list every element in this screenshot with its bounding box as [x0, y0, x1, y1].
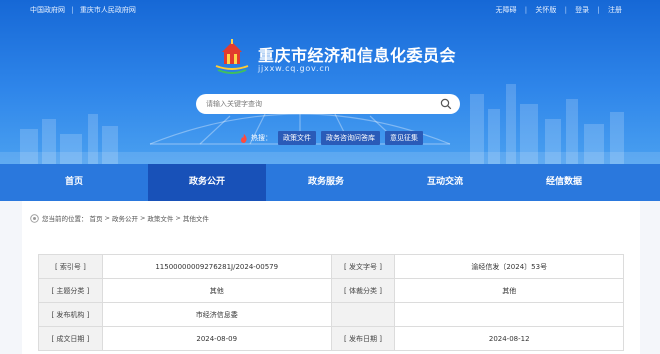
article-panel: 您当前的位置： 首页 > 政务公开 > 政策文件 > 其他文件 [ 索引号 ] … [22, 201, 640, 354]
nav-item-home[interactable]: 首页 [0, 164, 148, 201]
site-title: 重庆市经济和信息化委员会 [258, 46, 457, 65]
link-central-gov[interactable]: 中国政府网 [30, 6, 65, 14]
site-logo[interactable]: 重庆市经济和信息化委员会 jjxxw.cq.gov.cn [212, 36, 462, 78]
breadcrumb-home[interactable]: 首页 [90, 213, 103, 223]
meta-value-publisher: 市经济信息委 [101, 302, 332, 327]
separator: | [597, 6, 600, 14]
meta-value-genre: 其他 [394, 278, 624, 303]
top-links-left: 中国政府网 | 重庆市人民政府网 [30, 5, 140, 15]
meta-value-topic: 其他 [101, 278, 332, 303]
breadcrumb-policy-docs[interactable]: 政策文件 [147, 213, 173, 223]
separator: | [71, 6, 74, 14]
link-login[interactable]: 登录 [575, 6, 589, 14]
hot-search-row: 热搜： 政策文件 政务咨询问答库 意见征集 [240, 131, 428, 145]
nav-item-econ-data[interactable]: 经信数据 [504, 164, 624, 201]
breadcrumb: 您当前的位置： 首页 > 政务公开 > 政策文件 > 其他文件 [30, 213, 211, 223]
meta-value-written-date: 2024-08-09 [101, 326, 332, 351]
meta-label-empty [330, 302, 396, 327]
hero-banner: 中国政府网 | 重庆市人民政府网 无障碍 | 关怀版 | 登录 | 注册 重庆市… [0, 0, 660, 164]
hot-search-label: 热搜： [251, 134, 272, 142]
link-care-version[interactable]: 关怀版 [535, 6, 556, 14]
hot-tag-opinion-collection[interactable]: 意见征集 [385, 131, 423, 145]
hot-tag-policy-docs[interactable]: 政策文件 [278, 131, 316, 145]
table-row: [ 成文日期 ] 2024-08-09 [ 发布日期 ] 2024-08-12 [38, 326, 624, 351]
flame-icon [240, 133, 247, 143]
meta-label-index: [ 索引号 ] [38, 254, 103, 279]
meta-label-written-date: [ 成文日期 ] [38, 326, 103, 351]
top-links-right: 无障碍 | 关怀版 | 登录 | 注册 [490, 5, 622, 15]
table-row: [ 发布机构 ] 市经济信息委 [38, 302, 624, 327]
meta-label-topic: [ 主题分类 ] [38, 278, 103, 303]
meta-value-publish-date: 2024-08-12 [394, 326, 624, 351]
breadcrumb-separator: > [104, 214, 110, 222]
meta-value-doc-number: 渝经信发〔2024〕53号 [394, 254, 624, 279]
meta-label-doc-number: [ 发文字号 ] [330, 254, 396, 279]
nav-item-gov-affairs-open[interactable]: 政务公开 [148, 164, 266, 201]
search-icon[interactable] [440, 98, 452, 110]
location-pin-icon [30, 213, 39, 223]
meta-label-genre: [ 体裁分类 ] [330, 278, 396, 303]
breadcrumb-separator: > [175, 214, 181, 222]
main-nav: 首页 政务公开 政务服务 互动交流 经信数据 [0, 164, 660, 201]
breadcrumb-prefix: 您当前的位置： [42, 215, 88, 223]
meta-label-publish-date: [ 发布日期 ] [330, 326, 396, 351]
separator: | [564, 6, 567, 14]
meta-label-publisher: [ 发布机构 ] [38, 302, 103, 327]
meta-value-empty [394, 302, 624, 327]
emblem-icon [215, 39, 249, 74]
top-utility-bar: 中国政府网 | 重庆市人民政府网 无障碍 | 关怀版 | 登录 | 注册 [0, 0, 660, 18]
link-accessibility[interactable]: 无障碍 [496, 6, 517, 14]
hot-tag-qa-library[interactable]: 政务咨询问答库 [321, 131, 380, 145]
search-input[interactable] [206, 98, 426, 110]
meta-value-index: 11500000009276281J/2024-00579 [101, 254, 332, 279]
breadcrumb-gov-open[interactable]: 政务公开 [112, 213, 138, 223]
nav-item-interaction[interactable]: 互动交流 [386, 164, 504, 201]
breadcrumb-separator: > [139, 214, 146, 222]
link-cq-gov[interactable]: 重庆市人民政府网 [80, 6, 136, 14]
table-row: [ 索引号 ] 11500000009276281J/2024-00579 [ … [38, 254, 624, 279]
site-domain: jjxxw.cq.gov.cn [258, 64, 331, 73]
table-row: [ 主题分类 ] 其他 [ 体裁分类 ] 其他 [38, 278, 624, 303]
nav-item-gov-services[interactable]: 政务服务 [266, 164, 386, 201]
document-metadata-table: [ 索引号 ] 11500000009276281J/2024-00579 [ … [38, 254, 624, 351]
search-bar [196, 94, 460, 114]
city-skyline-illustration [0, 84, 660, 164]
breadcrumb-other-docs[interactable]: 其他文件 [183, 213, 209, 223]
link-register[interactable]: 注册 [608, 6, 622, 14]
separator: | [524, 6, 528, 14]
